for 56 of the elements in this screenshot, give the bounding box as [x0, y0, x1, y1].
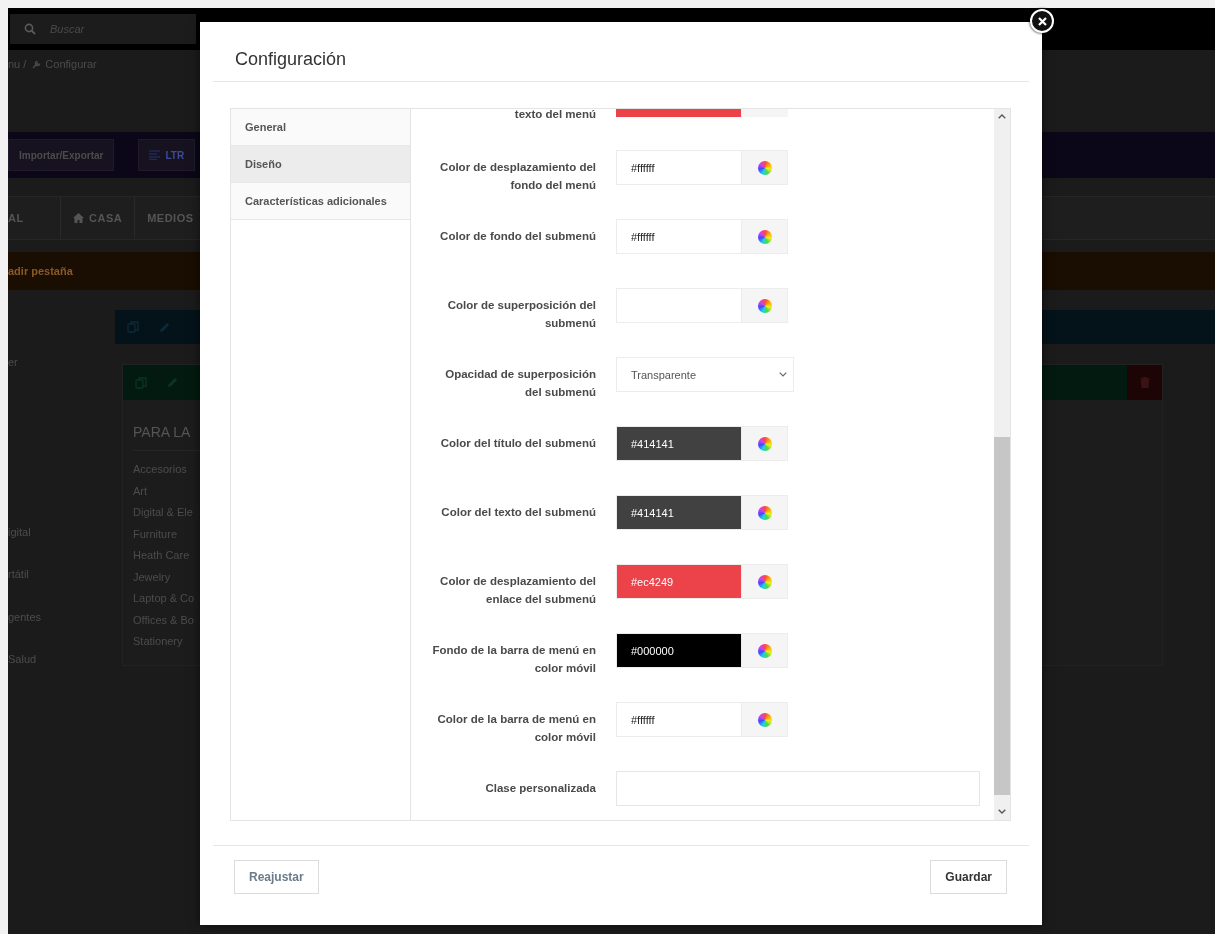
home-icon [73, 213, 84, 223]
close-icon [1037, 16, 1047, 26]
color-wheel-icon [757, 298, 772, 313]
scrollbar-thumb[interactable] [994, 437, 1010, 795]
align-icon [149, 150, 161, 160]
color-picker-button[interactable] [741, 150, 788, 185]
color-input[interactable]: #ffffff [616, 219, 741, 254]
color-wheel-icon [757, 712, 772, 727]
reset-button[interactable]: Reajustar [234, 860, 319, 894]
color-input[interactable]: #414141 [616, 426, 741, 461]
color-wheel-icon [757, 574, 772, 589]
color-picker-button[interactable] [741, 702, 788, 737]
scroll-down-icon[interactable] [998, 809, 1006, 814]
color-wheel-icon [757, 160, 772, 175]
field-label: Color de superposición del submenú [446, 298, 596, 331]
color-wheel-icon [757, 436, 772, 451]
color-picker-button[interactable] [741, 564, 788, 599]
color-picker-button[interactable] [741, 288, 788, 323]
settings-tab[interactable]: General [231, 109, 410, 146]
color-picker-button[interactable] [741, 633, 788, 668]
settings-tab[interactable]: Características adicionales [231, 183, 410, 220]
add-tab-link[interactable]: adir pestaña [8, 265, 73, 277]
color-input[interactable] [616, 109, 741, 117]
color-input[interactable]: #000000 [616, 633, 741, 668]
field-label: Opacidad de superposición del submenú [444, 367, 596, 400]
field-label: Color de desplazamiento del enlace del submenú [439, 574, 596, 607]
scroll-up-icon[interactable] [998, 114, 1006, 119]
field-label: texto del menú [513, 109, 596, 122]
toolbar-button[interactable]: LTR [138, 139, 196, 171]
dialog-title: Configuración [235, 49, 347, 70]
field-label: Color del texto del submenú [440, 505, 596, 520]
color-wheel-icon [757, 505, 772, 520]
text-input[interactable] [616, 771, 980, 806]
save-button[interactable]: Guardar [930, 860, 1007, 894]
field-label: Color de desplazamiento del fondo del menú [439, 160, 596, 193]
color-input[interactable]: #ffffff [616, 150, 741, 185]
wrench-icon [32, 59, 43, 69]
field-label: Color del título del submenú [439, 436, 596, 451]
color-picker-button[interactable] [741, 495, 788, 530]
color-input[interactable]: #ec4249 [616, 564, 741, 599]
settings-tab[interactable]: Diseño [231, 146, 410, 183]
search-icon [24, 23, 36, 35]
field-label: Color de la barra de menú en color móvil [436, 712, 596, 745]
color-picker-button[interactable] [741, 109, 788, 117]
color-input[interactable]: #ffffff [616, 702, 741, 737]
opacity-select[interactable]: Transparente [616, 357, 794, 392]
field-label: Clase personalizada [484, 781, 596, 796]
toolbar-button[interactable]: Importar/Exportar [8, 139, 115, 171]
field-label: Fondo de la barra de menú en color móvil [431, 643, 596, 676]
field-label: Color de fondo del submenú [439, 229, 596, 244]
color-wheel-icon [757, 643, 772, 658]
color-picker-button[interactable] [741, 426, 788, 461]
chevron-down-icon [779, 372, 787, 377]
color-picker-button[interactable] [741, 219, 788, 254]
color-input[interactable]: #414141 [616, 495, 741, 530]
color-wheel-icon [757, 229, 772, 244]
